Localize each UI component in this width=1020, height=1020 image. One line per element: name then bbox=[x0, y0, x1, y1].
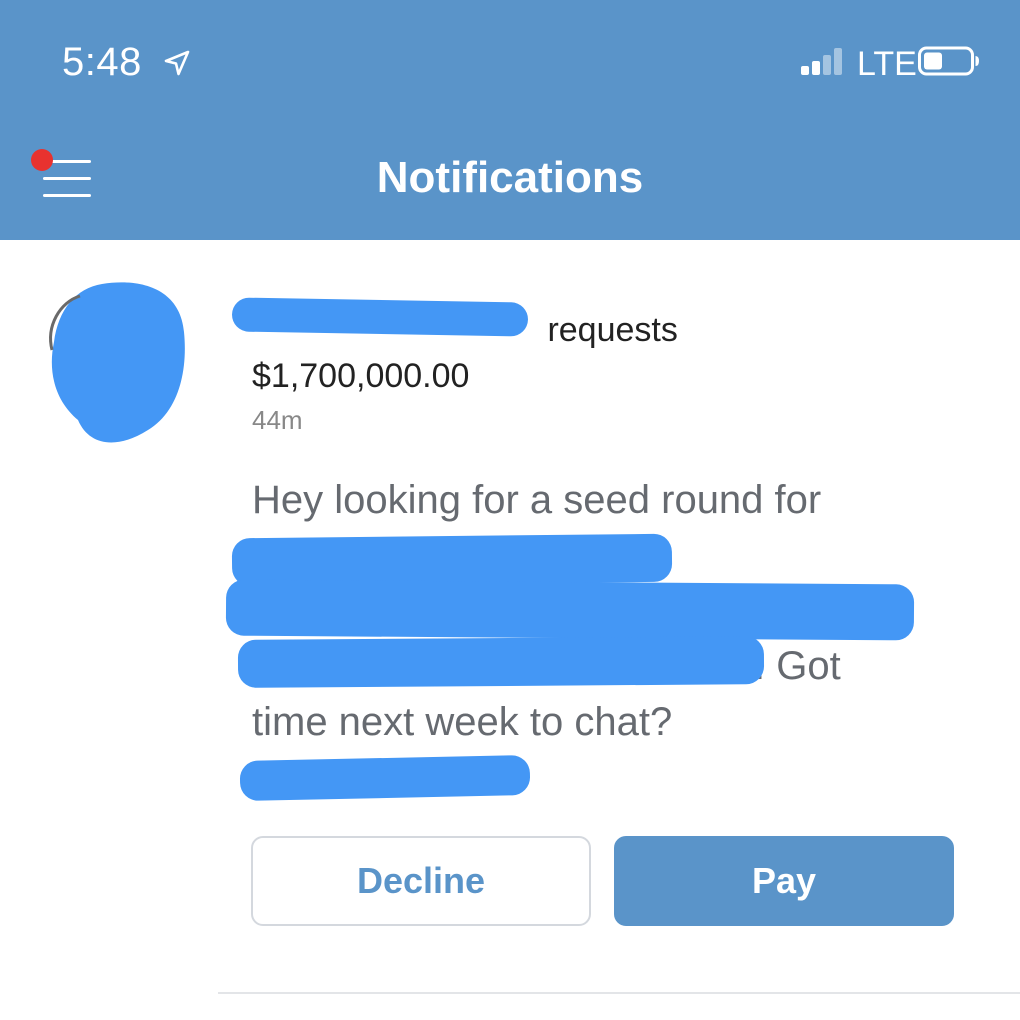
request-amount: $1,700,000.00 bbox=[252, 357, 470, 395]
redaction-mark bbox=[239, 754, 531, 802]
timestamp: 44m bbox=[252, 405, 303, 435]
decline-button[interactable]: Decline bbox=[251, 836, 591, 926]
network-type: LTE bbox=[857, 45, 917, 83]
message-line: Hey looking for a seed round for bbox=[252, 478, 822, 522]
redaction-mark bbox=[225, 579, 915, 641]
message-line: time next week to chat? bbox=[252, 700, 673, 744]
list-divider bbox=[218, 992, 1020, 994]
page-title: Notifications bbox=[376, 153, 644, 202]
location-arrow-icon bbox=[164, 50, 190, 76]
signal-bars-icon bbox=[801, 48, 842, 75]
notifications-screen: 5:48 LTE Notifications requests $1,700,0… bbox=[0, 0, 1020, 1020]
status-time: 5:48 bbox=[62, 40, 142, 84]
battery-icon bbox=[918, 46, 979, 76]
redaction-mark bbox=[231, 297, 529, 337]
app-header: 5:48 LTE Notifications bbox=[0, 0, 1020, 240]
avatar bbox=[49, 282, 185, 443]
redaction-mark bbox=[231, 533, 673, 587]
request-action: requests bbox=[547, 311, 678, 349]
requester-name-redacted bbox=[252, 340, 538, 341]
message-line: . Got bbox=[754, 644, 841, 688]
redaction-mark bbox=[237, 636, 765, 688]
pay-button[interactable]: Pay bbox=[614, 836, 954, 926]
